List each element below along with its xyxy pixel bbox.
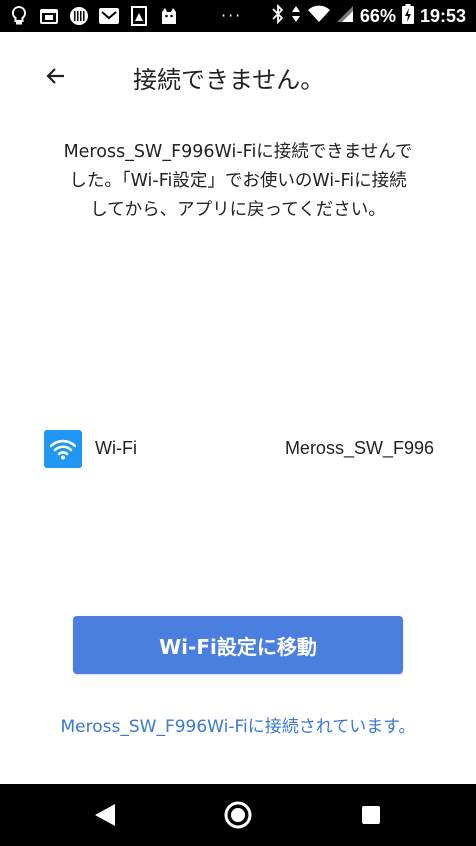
error-message: Meross_SW_F996Wi-Fiに接続できませんで した。「Wi-Fi設定…	[30, 138, 446, 225]
calendar-icon	[38, 5, 59, 26]
wifi-icon	[44, 430, 82, 468]
clock: 19:53	[419, 5, 466, 26]
bluetooth-icon	[272, 3, 284, 28]
system-icons: 66% 19:53	[272, 3, 466, 28]
data-transfer-icon	[290, 4, 302, 28]
battery-charging-icon	[401, 4, 414, 28]
nav-home-button[interactable]	[222, 799, 254, 831]
circle-home-icon	[224, 801, 252, 829]
wifi-signal-icon	[307, 5, 330, 27]
status-bar: ··· 66% 19:53	[0, 0, 476, 32]
nav-back-button[interactable]	[89, 799, 121, 831]
barcode-icon	[68, 5, 89, 26]
wifi-ssid: Meross_SW_F996	[284, 438, 434, 458]
nav-recents-button[interactable]	[355, 799, 387, 831]
square-recents-icon	[362, 806, 380, 824]
triangle-back-icon	[95, 804, 115, 826]
message-line: Meross_SW_F996Wi-Fiに接続できませんで	[63, 142, 413, 162]
back-button[interactable]	[36, 58, 76, 94]
mail-icon	[98, 5, 119, 26]
message-line: してから、アプリに戻ってください。	[90, 200, 386, 220]
cell-signal-icon	[336, 5, 354, 27]
app-header: 接続できません。	[0, 32, 476, 116]
message-line: した。「Wi-Fi設定」でお使いのWi-Fiに接続	[69, 171, 407, 191]
wifi-status-row: Wi-Fi Meross_SW_F996	[44, 430, 434, 468]
cat-icon	[158, 5, 179, 26]
image-icon	[128, 5, 149, 26]
navigation-bar	[0, 784, 476, 846]
wifi-label: Wi-Fi	[95, 438, 137, 458]
arrow-left-icon	[46, 68, 64, 84]
page-title: 接続できません。	[133, 66, 325, 94]
overflow-indicator: ···	[221, 6, 243, 25]
already-connected-link[interactable]: Meross_SW_F996Wi-Fiに接続されています。	[0, 712, 476, 737]
notification-icons	[8, 5, 179, 26]
go-to-wifi-settings-button[interactable]: Wi-Fi設定に移動	[73, 616, 403, 674]
lightbulb-icon	[8, 5, 29, 26]
battery-percent: 66%	[359, 5, 396, 26]
